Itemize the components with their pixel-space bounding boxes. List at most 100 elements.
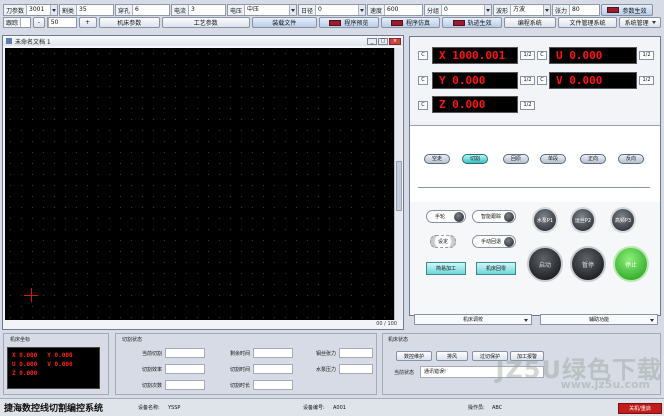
close-icon[interactable]: × xyxy=(389,37,401,45)
status-bar: 捷海数控线切割编控系统 设备名称: YSSP 设备编号: A001 操作员: A… xyxy=(0,398,664,416)
param-blade[interactable]: 刀参数 3001 xyxy=(3,4,58,16)
operator-label: 操作员: xyxy=(468,405,485,411)
mode-return[interactable]: 回原 xyxy=(503,154,529,164)
flag-icon xyxy=(329,19,342,26)
pump-pressure-field xyxy=(339,364,373,374)
machine-tune-dropdown[interactable]: 机床调校 xyxy=(414,314,532,325)
load-file-button[interactable]: 装载文件 xyxy=(251,17,318,28)
field-label: 当前切割 xyxy=(141,351,162,357)
decrement-button[interactable]: - xyxy=(32,17,45,28)
machine-controls: 手轮 智能跟踪 设定 手动回退 水泵P1 运丝P2 高频P3 简易加工 机床回零… xyxy=(410,202,660,315)
setting-button[interactable]: 设定 xyxy=(430,235,456,248)
half-y-button[interactable]: 1/2 xyxy=(520,76,535,85)
divider xyxy=(418,187,650,188)
machine-params-button[interactable]: 机床参数 xyxy=(98,17,161,28)
origin-marker-v xyxy=(31,288,32,302)
machine-coords-title: 机床坐标 xyxy=(10,337,31,343)
wire-run-p2-button[interactable]: 运丝P2 xyxy=(570,207,596,233)
pause-button[interactable]: 暂停 xyxy=(570,246,606,282)
scrollbar-thumb[interactable] xyxy=(396,161,402,211)
water-pump-p1-button[interactable]: 水泵P1 xyxy=(532,207,558,233)
document-icon xyxy=(6,38,12,44)
device-id-label: 设备编号: xyxy=(303,405,325,411)
flag-icon xyxy=(452,19,465,26)
chevron-down-icon[interactable] xyxy=(358,5,365,15)
mode-dry-run[interactable]: 空走 xyxy=(424,154,450,164)
param-group[interactable]: 分组 0 xyxy=(424,4,492,16)
parameter-bar: 刀参数 3001 割类 35 穿孔 6 电流 3 电压 中压 日径 0 速度 600 分组 0 … xyxy=(3,4,661,16)
path-apply-button[interactable]: 轨迹生效 xyxy=(442,17,502,28)
param-diameter[interactable]: 日径 0 xyxy=(298,4,366,16)
remaining-time-field xyxy=(253,348,293,358)
field-label: 钼丝张力 xyxy=(315,351,336,357)
minimize-icon[interactable]: _ xyxy=(367,37,377,45)
shutdown-button[interactable]: 关机/重启 xyxy=(618,403,662,414)
machine-home-button[interactable]: 机床回零 xyxy=(476,262,516,275)
x-readout: X 1000.001 xyxy=(432,47,518,64)
start-button[interactable]: 启动 xyxy=(527,246,563,282)
param-voltage[interactable]: 电压 中压 xyxy=(227,4,297,16)
clear-v-button[interactable]: C xyxy=(537,76,547,85)
half-v-button[interactable]: 1/2 xyxy=(639,76,654,85)
toolbar: 跟踪 - 50 + 机床参数 工艺参数 装载文件 程序预览 程序仿真 轨迹生效 … xyxy=(3,17,662,28)
vent-button[interactable]: 排风 xyxy=(436,351,468,361)
auto-follow-toggle[interactable]: 智能跟踪 xyxy=(472,210,516,223)
field-label: 水泵压力 xyxy=(315,367,336,373)
half-z-button[interactable]: 1/2 xyxy=(520,101,535,110)
vertical-scrollbar[interactable] xyxy=(394,48,402,320)
knob-icon xyxy=(454,212,464,222)
aux-function-dropdown[interactable]: 辅助功能 xyxy=(540,314,658,325)
operator-value: ABC xyxy=(492,404,503,411)
flag-icon xyxy=(607,7,620,13)
z-readout: Z 0.000 xyxy=(432,96,518,113)
knob-icon xyxy=(504,237,514,247)
cut-time-field xyxy=(253,364,293,374)
program-preview-button[interactable]: 程序预览 xyxy=(319,17,379,28)
mode-forward[interactable]: 正向 xyxy=(580,154,606,164)
device-id-value: A001 xyxy=(333,404,346,411)
half-x-button[interactable]: 1/2 xyxy=(520,51,535,60)
spacing-value[interactable]: 50 xyxy=(46,17,77,28)
param-speed[interactable]: 速度 600 xyxy=(367,4,423,16)
chevron-down-icon[interactable] xyxy=(289,5,296,15)
file-manager-button[interactable]: 文件管理系统 xyxy=(557,17,618,28)
cut-efficiency-field xyxy=(165,364,205,374)
chevron-down-icon[interactable] xyxy=(50,5,57,15)
apply-params-button[interactable]: 参数生效 xyxy=(601,4,653,16)
programming-system-button[interactable]: 编程系统 xyxy=(503,17,556,28)
system-manage-button[interactable]: 系统管理 xyxy=(619,17,662,28)
spacing-field[interactable]: 跟踪 xyxy=(3,17,31,28)
flag-icon xyxy=(391,19,404,26)
drawing-canvas[interactable] xyxy=(5,48,394,320)
program-sim-button[interactable]: 程序仿真 xyxy=(380,17,441,28)
clear-x-button[interactable]: C xyxy=(418,51,428,60)
mode-reverse[interactable]: 反向 xyxy=(618,154,644,164)
clear-y-button[interactable]: C xyxy=(418,76,428,85)
drawing-window: 未命名文档 1 _ □ × 00 / 100 xyxy=(2,35,404,330)
maintain-button[interactable]: 数控维护 xyxy=(396,351,432,361)
clear-u-button[interactable]: C xyxy=(537,51,547,60)
handwheel-toggle[interactable]: 手轮 xyxy=(426,210,466,223)
param-waveform[interactable]: 波形 方波 xyxy=(493,4,551,16)
chevron-down-icon[interactable] xyxy=(484,5,491,15)
field-label: 切割次数 xyxy=(141,383,162,389)
param-pierce[interactable]: 穿孔 6 xyxy=(115,4,170,16)
chevron-down-icon[interactable] xyxy=(543,5,550,15)
maximize-icon[interactable]: □ xyxy=(378,37,388,45)
stop-button[interactable]: 停止 xyxy=(613,246,649,282)
cut-count-field xyxy=(165,380,205,390)
param-current[interactable]: 电流 3 xyxy=(171,4,226,16)
simple-process-button[interactable]: 简易加工 xyxy=(426,262,466,275)
process-params-button[interactable]: 工艺参数 xyxy=(162,17,250,28)
param-cut-type[interactable]: 割类 35 xyxy=(59,4,114,16)
half-u-button[interactable]: 1/2 xyxy=(639,51,654,60)
mode-single-step[interactable]: 单段 xyxy=(540,154,566,164)
wire-return-toggle[interactable]: 手动回退 xyxy=(472,235,516,248)
mode-cut[interactable]: 切割 xyxy=(462,154,488,164)
param-tension[interactable]: 张力 80 xyxy=(552,4,600,16)
clear-z-button[interactable]: C xyxy=(418,101,428,110)
increment-button[interactable]: + xyxy=(78,17,97,28)
coordinate-display: C X 1000.001 1/2 C U 0.000 1/2 C Y 0.000… xyxy=(410,37,660,121)
high-freq-p3-button[interactable]: 高频P3 xyxy=(610,207,636,233)
wire-tension-field xyxy=(339,348,373,358)
